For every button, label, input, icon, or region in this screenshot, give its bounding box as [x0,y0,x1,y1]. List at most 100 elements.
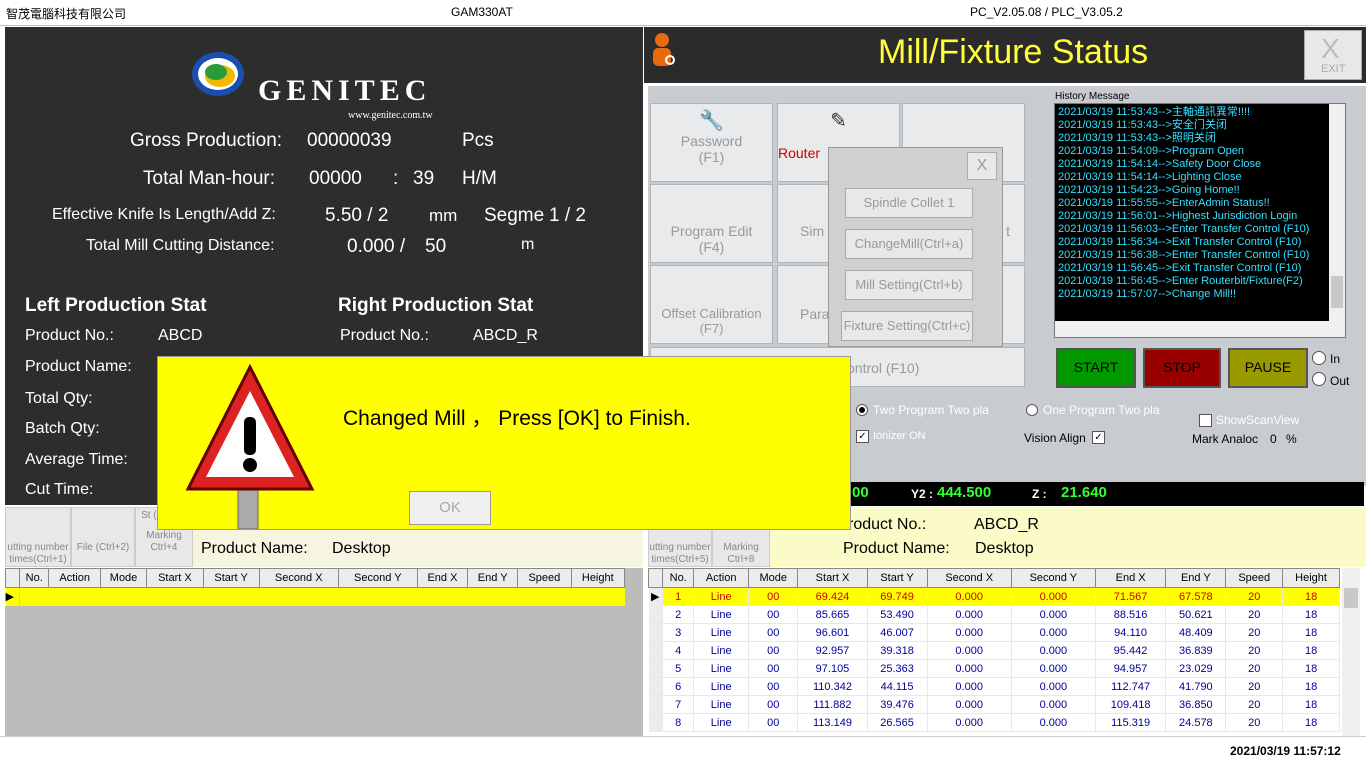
y2-coord-label: Y2 : [911,487,934,501]
grid-header-cell[interactable]: End Y [1165,568,1227,588]
mill-menu-popup: X Spindle Collet 1 ChangeMill(Ctrl+a) Mi… [828,147,1003,347]
mill-setting-button[interactable]: Mill Setting(Ctrl+b) [845,270,973,300]
mark-analog-label: Mark Analoc [1192,432,1259,446]
grid-header-cell[interactable]: Action [693,568,750,588]
table-row[interactable]: 3 Line 00 96.601 46.007 0.000 0.000 94.110 48.40… [648,623,1340,642]
table-cell: 18 [1282,605,1340,624]
spindle-collet-button[interactable]: Spindle Collet 1 [845,188,973,218]
grid-header-cell[interactable]: Height [570,568,626,588]
right-product-name-label: Product Name: [843,540,950,557]
table-cell: 50.621 [1165,605,1227,624]
grid-header-cell[interactable]: No. [18,568,50,588]
brand-name: GENITEC [258,74,432,107]
vision-align-checkbox[interactable]: ✓ [1092,431,1105,444]
table-row[interactable]: 2 Line 00 85.665 53.490 0.000 0.000 88.516 50.62… [648,605,1340,624]
right-marking-label: Marking Ctrl+8 [723,542,759,565]
ionizer-checkbox[interactable]: ✓ [856,430,869,443]
wrench-icon: 🔧 [699,110,724,132]
show-scan-checkbox[interactable] [1199,414,1212,427]
operator-icon[interactable] [648,30,678,70]
grid-header-cell[interactable]: Second X [258,568,339,588]
start-button[interactable]: START [1056,348,1136,388]
table-cell: 20 [1225,695,1284,714]
gross-label: Gross Production: [130,130,283,151]
table-cell: 85.665 [797,605,868,624]
pause-button[interactable]: PAUSE [1228,348,1308,388]
password-button[interactable]: 🔧 Password (F1) [650,103,773,182]
table-row[interactable]: 8 Line 00 113.149 26.565 0.000 0.000 115.319 24.… [648,713,1340,732]
in-radio[interactable] [1312,351,1326,365]
change-mill-button[interactable]: ChangeMill(Ctrl+a) [845,229,973,259]
table-cell: 69.424 [797,587,868,606]
y2-coord-value: 444.500 [937,484,992,501]
two-program-radio[interactable] [856,404,868,416]
fixture-setting-button[interactable]: Fixture Setting(Ctrl+c) [841,311,973,341]
one-program-label: One Program Two pla [1043,403,1160,417]
table-row[interactable]: 5 Line 00 97.105 25.363 0.000 0.000 94.957 23.02… [648,659,1340,678]
grid-header-cell[interactable]: Second Y [337,568,418,588]
table-cell: 36.850 [1165,695,1227,714]
history-log[interactable]: 2021/03/19 11:53:43-->主軸通訊異常!!!! 2021/03/… [1054,103,1346,338]
history-line: 2021/03/19 11:57:07-->Change Mill!! [1058,288,1237,300]
history-vscrollbar[interactable] [1329,104,1345,322]
grid-header-cell[interactable]: Start X [146,568,204,588]
table-cell: 67.578 [1165,587,1227,606]
table-cell: 0.000 [927,659,1012,678]
grid-header-cell[interactable]: End X [1094,568,1167,588]
table-cell: 00 [748,695,799,714]
knife-unit: mm [429,206,458,225]
table-row[interactable]: 6 Line 00 110.342 44.115 0.000 0.000 112.747 41.… [648,677,1340,696]
grid-header-cell[interactable]: Start X [797,568,868,588]
table-cell: 36.839 [1165,641,1227,660]
grid-header-cell[interactable]: Action [48,568,101,588]
table-cell: 23.029 [1165,659,1227,678]
one-program-radio[interactable] [1026,404,1038,416]
grid-header-cell[interactable]: Height [1282,568,1340,588]
table-row[interactable]: 7 Line 00 111.882 39.476 0.000 0.000 109.418 36.… [648,695,1340,714]
grid-header-cell[interactable]: Start Y [866,568,928,588]
model-name: GAM330AT [451,5,513,19]
left-product-no: ABCD [158,327,203,344]
grid-header-cell[interactable]: End Y [467,568,519,588]
table-cell: 20 [1225,713,1284,732]
left-program-grid[interactable]: No. Action Mode Start X Start Y Second X Secon… [5,568,643,736]
manhour-hours: 00000 [309,168,362,189]
popup-close-button[interactable]: X [967,152,997,180]
ok-button[interactable]: OK [409,491,491,525]
history-hscrollbar[interactable] [1055,321,1345,337]
grid-header-cell[interactable]: Second X [926,568,1012,588]
table-row[interactable]: ▶ 1 Line 00 69.424 69.749 0.000 0.000 71.567 67.5… [648,587,1340,606]
stop-button[interactable]: STOP [1143,348,1221,388]
exit-button[interactable]: X EXIT [1304,30,1362,80]
table-cell: 88.516 [1095,605,1167,624]
left-row-indicator-icon: ▶ [5,587,20,606]
grid-header-cell[interactable]: Mode [748,568,799,588]
grid-vscrollbar[interactable] [1342,568,1360,736]
manhour-unit: H/M [462,168,497,189]
table-cell: Line [693,659,750,678]
file-button[interactable]: File (Ctrl+2) [71,507,135,567]
mark-analog-unit: % [1286,432,1297,446]
row-indicator-icon: ▶ [648,587,663,606]
offset-calibration-button[interactable]: Offset Calibration (F7) [650,265,773,344]
out-radio[interactable] [1312,372,1326,386]
table-cell: 24.578 [1165,713,1227,732]
table-cell: 0.000 [1011,677,1096,696]
grid-header-cell[interactable]: End X [416,568,469,588]
grid-header-cell[interactable]: Start Y [202,568,260,588]
grid-header-cell[interactable]: No. [661,568,695,588]
row-header [648,623,663,642]
table-row[interactable]: 4 Line 00 92.957 39.318 0.000 0.000 95.442 36.83… [648,641,1340,660]
grid-header-cell[interactable]: Second Y [1010,568,1096,588]
table-cell: Line [693,587,750,606]
program-edit-button[interactable]: Program Edit (F4) [650,184,773,263]
grid-header-cell[interactable]: Speed [517,568,572,588]
gross-unit: Pcs [462,130,494,151]
grid-header-cell[interactable]: Speed [1225,568,1284,588]
grid-header-cell[interactable]: Mode [99,568,148,588]
transfer-control-label: ontrol (F10) [847,360,920,376]
table-cell: 0.000 [927,641,1012,660]
right-program-grid[interactable]: No. Action Mode Start X Start Y Second X Secon… [648,568,1360,736]
left-cutting-times-button[interactable]: utting number times(Ctrl+1) [5,507,71,567]
left-product-name-label-2: Product Name: [201,540,308,557]
